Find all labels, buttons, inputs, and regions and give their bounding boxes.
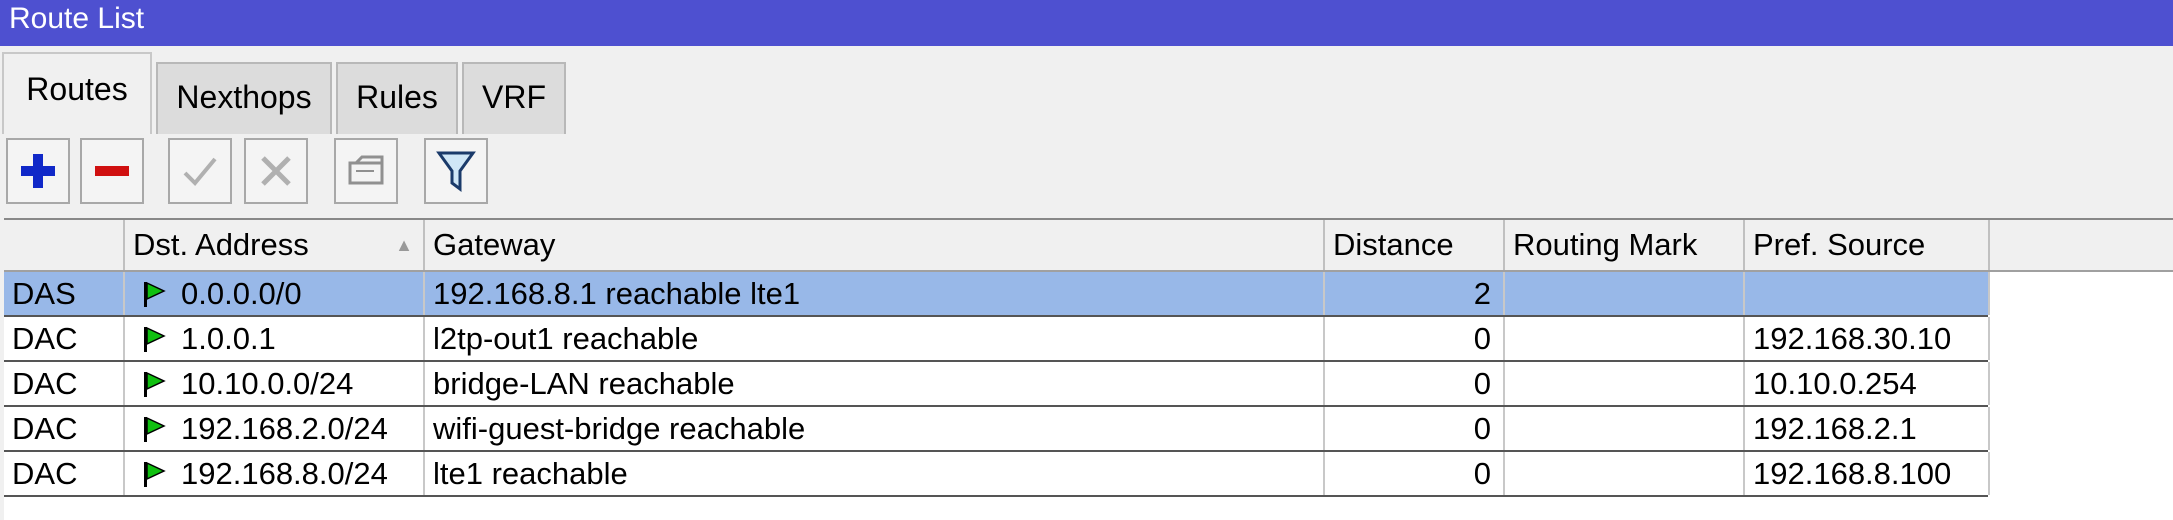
comment-icon bbox=[348, 155, 384, 185]
dst-address-text: 192.168.8.0/24 bbox=[181, 456, 388, 491]
tab-bar: Routes Nexthops Rules VRF bbox=[0, 46, 2173, 134]
cell-gateway: lte1 reachable bbox=[425, 452, 1325, 495]
table-row[interactable]: DAC 1.0.0.1 l2tp-out1 reachable 0 192.16… bbox=[4, 317, 1990, 362]
sort-ascending-icon: ▲ bbox=[395, 235, 413, 255]
tab-routes[interactable]: Routes bbox=[2, 52, 152, 134]
cell-flags: DAC bbox=[4, 362, 125, 405]
disable-button[interactable] bbox=[244, 138, 308, 204]
dst-address-text: 1.0.0.1 bbox=[181, 321, 276, 356]
comment-button[interactable] bbox=[334, 138, 398, 204]
cell-pref-source bbox=[1745, 272, 1990, 315]
column-header-label: Dst. Address bbox=[133, 227, 309, 262]
cell-gateway: bridge-LAN reachable bbox=[425, 362, 1325, 405]
window-title: Route List bbox=[0, 0, 2173, 46]
toolbar bbox=[0, 132, 2173, 216]
filter-icon bbox=[436, 151, 476, 192]
column-header-flags[interactable] bbox=[4, 220, 125, 270]
tab-nexthops[interactable]: Nexthops bbox=[156, 62, 332, 134]
remove-button[interactable] bbox=[80, 138, 144, 204]
route-flag-icon bbox=[144, 326, 166, 352]
table-row[interactable]: DAC 10.10.0.0/24 bridge-LAN reachable 0 … bbox=[4, 362, 1990, 407]
dst-address-text: 10.10.0.0/24 bbox=[181, 366, 354, 401]
dst-address-text: 0.0.0.0/0 bbox=[181, 276, 302, 311]
table-row[interactable]: DAS 0.0.0.0/0 192.168.8.1 reachable lte1… bbox=[4, 272, 1990, 317]
cell-distance: 0 bbox=[1325, 362, 1505, 405]
column-header-distance[interactable]: Distance bbox=[1325, 220, 1505, 270]
route-flag-icon bbox=[144, 371, 166, 397]
cell-distance: 0 bbox=[1325, 407, 1505, 450]
cell-pref-source: 192.168.2.1 bbox=[1745, 407, 1990, 450]
cell-pref-source: 192.168.30.10 bbox=[1745, 317, 1990, 360]
tab-rules[interactable]: Rules bbox=[336, 62, 458, 134]
route-table: Dst. Address ▲ Gateway Distance Routing … bbox=[4, 218, 2173, 520]
cell-dst-address: 192.168.8.0/24 bbox=[125, 452, 425, 495]
filter-button[interactable] bbox=[424, 138, 488, 204]
route-flag-icon bbox=[144, 416, 166, 442]
column-header-dst-address[interactable]: Dst. Address ▲ bbox=[125, 220, 425, 270]
add-button[interactable] bbox=[6, 138, 70, 204]
column-header-gateway[interactable]: Gateway bbox=[425, 220, 1325, 270]
column-header-routing-mark[interactable]: Routing Mark bbox=[1505, 220, 1745, 270]
cell-dst-address: 192.168.2.0/24 bbox=[125, 407, 425, 450]
cell-gateway: 192.168.8.1 reachable lte1 bbox=[425, 272, 1325, 315]
cell-flags: DAC bbox=[4, 452, 125, 495]
column-header-filler bbox=[1990, 220, 2173, 270]
cross-icon bbox=[261, 156, 291, 186]
minus-icon bbox=[95, 166, 129, 176]
table-row[interactable]: DAC 192.168.8.0/24 lte1 reachable 0 192.… bbox=[4, 452, 1990, 497]
cell-distance: 2 bbox=[1325, 272, 1505, 315]
cell-flags: DAC bbox=[4, 407, 125, 450]
cell-pref-source: 192.168.8.100 bbox=[1745, 452, 1990, 495]
column-header-pref-source[interactable]: Pref. Source bbox=[1745, 220, 1990, 270]
cell-distance: 0 bbox=[1325, 317, 1505, 360]
dst-address-text: 192.168.2.0/24 bbox=[181, 411, 388, 446]
cell-dst-address: 10.10.0.0/24 bbox=[125, 362, 425, 405]
cell-distance: 0 bbox=[1325, 452, 1505, 495]
cell-routing-mark bbox=[1505, 362, 1745, 405]
cell-routing-mark bbox=[1505, 272, 1745, 315]
cell-routing-mark bbox=[1505, 407, 1745, 450]
table-row[interactable]: DAC 192.168.2.0/24 wifi-guest-bridge rea… bbox=[4, 407, 1990, 452]
cell-dst-address: 1.0.0.1 bbox=[125, 317, 425, 360]
cell-dst-address: 0.0.0.0/0 bbox=[125, 272, 425, 315]
cell-flags: DAC bbox=[4, 317, 125, 360]
cell-gateway: l2tp-out1 reachable bbox=[425, 317, 1325, 360]
cell-routing-mark bbox=[1505, 452, 1745, 495]
cell-routing-mark bbox=[1505, 317, 1745, 360]
table-header: Dst. Address ▲ Gateway Distance Routing … bbox=[4, 220, 2173, 272]
cell-flags: DAS bbox=[4, 272, 125, 315]
cell-pref-source: 10.10.0.254 bbox=[1745, 362, 1990, 405]
route-flag-icon bbox=[144, 281, 166, 307]
plus-icon bbox=[21, 154, 55, 188]
tab-vrf[interactable]: VRF bbox=[462, 62, 566, 134]
route-flag-icon bbox=[144, 461, 166, 487]
cell-gateway: wifi-guest-bridge reachable bbox=[425, 407, 1325, 450]
check-icon bbox=[183, 157, 217, 186]
enable-button[interactable] bbox=[168, 138, 232, 204]
